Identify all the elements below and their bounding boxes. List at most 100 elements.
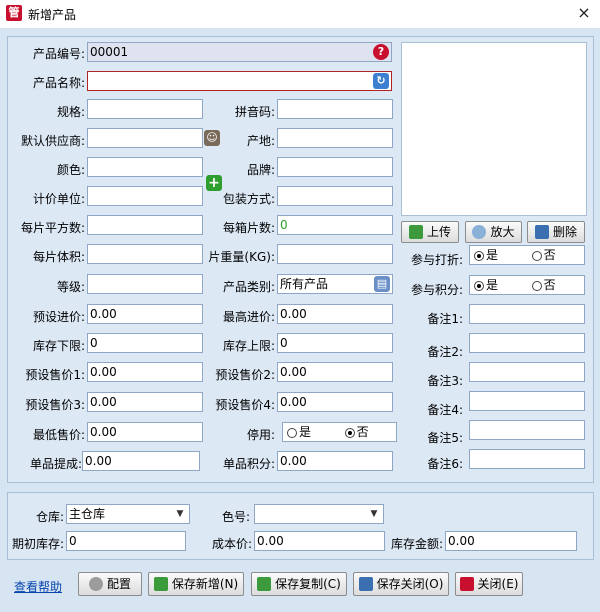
delete-icon (534, 225, 549, 239)
refresh-icon[interactable]: ↻ (373, 73, 389, 89)
sale-price-4-input[interactable]: 0.00 (277, 392, 393, 412)
stock-amount-label: 库存金额: (390, 537, 443, 551)
note-1-input[interactable] (469, 304, 585, 324)
disable-yes-label: 是 (299, 425, 312, 439)
magnifier-icon (472, 225, 487, 239)
save-new-icon (153, 577, 168, 591)
note-5-input[interactable] (469, 420, 585, 440)
note-1-label: 备注1: (427, 312, 463, 326)
min-sale-label: 最低售价: (32, 428, 85, 442)
pinyin-label: 拼音码: (234, 105, 275, 119)
stock-low-input[interactable]: 0 (87, 333, 203, 353)
sale-price-1-input[interactable]: 0.00 (87, 362, 203, 382)
pinyin-input[interactable] (277, 99, 393, 119)
points-no-label: 否 (543, 278, 556, 292)
pack-input[interactable] (277, 186, 393, 206)
note-3-input[interactable] (469, 362, 585, 382)
sale-price-2-input[interactable]: 0.00 (277, 362, 393, 382)
weight-input[interactable] (277, 244, 393, 264)
volume-input[interactable] (87, 244, 203, 264)
grade-label: 等级: (56, 280, 85, 294)
min-sale-input[interactable]: 0.00 (87, 422, 203, 442)
sale-price-3-input[interactable]: 0.00 (87, 392, 203, 412)
supplier-label: 默认供应商: (20, 134, 85, 148)
book-icon[interactable]: ▤ (374, 276, 390, 292)
pcs-per-box-input[interactable]: 0 (277, 215, 393, 235)
window-close-button[interactable]: × (574, 3, 594, 23)
buy-price-input[interactable]: 0.00 (87, 304, 203, 324)
cost-input[interactable]: 0.00 (254, 531, 385, 551)
sqm-input[interactable] (87, 215, 203, 235)
pcs-per-box-label: 每箱片数: (222, 221, 275, 235)
cost-label: 成本价: (211, 537, 252, 551)
warehouse-select[interactable]: 主仓库 ▼ (66, 504, 190, 524)
note-5-label: 备注5: (427, 431, 463, 445)
sale-price-4-label: 预设售价4: (215, 398, 275, 412)
note-6-input[interactable] (469, 449, 585, 469)
warehouse-label: 仓库: (35, 510, 64, 524)
category-label: 产品类别: (222, 280, 275, 294)
points-no-radio[interactable] (531, 281, 542, 291)
disable-no-label: 否 (356, 425, 369, 439)
warehouse-value: 主仓库 (69, 507, 106, 521)
window-title: 新增产品 (28, 8, 77, 22)
stock-amount-input[interactable]: 0.00 (445, 531, 577, 551)
points-input[interactable]: 0.00 (277, 451, 393, 471)
upload-button[interactable]: 上传 (401, 221, 459, 243)
title-bar: 管 新增产品 × (0, 0, 600, 28)
unit-input[interactable] (87, 186, 203, 206)
init-stock-input[interactable]: 0 (66, 531, 186, 551)
save-close-button[interactable]: 保存关闭(O) (353, 572, 449, 596)
discount-radio-group: 是 否 (469, 245, 585, 265)
color-no-select[interactable]: ▼ (254, 504, 384, 524)
chevron-down-icon: ▼ (370, 509, 378, 519)
delete-image-button[interactable]: 删除 (527, 221, 585, 243)
disable-label: 停用: (246, 428, 275, 442)
config-button[interactable]: 配置 (78, 572, 142, 596)
color-input[interactable] (87, 157, 203, 177)
app-logo-icon: 管 (6, 5, 22, 21)
discount-yes-radio[interactable] (474, 251, 484, 261)
unit-label: 计价单位: (32, 192, 85, 206)
sale-price-3-label: 预设售价3: (25, 398, 85, 412)
product-code-input[interactable]: 00001 (87, 42, 392, 62)
max-price-input[interactable]: 0.00 (277, 304, 393, 324)
add-icon[interactable]: + (206, 175, 222, 191)
zoom-button[interactable]: 放大 (465, 221, 522, 243)
stock-low-label: 库存下限: (32, 339, 85, 353)
code-label: 产品编号: (32, 47, 85, 61)
help-icon[interactable]: ? (373, 44, 389, 60)
color-no-label: 色号: (221, 510, 250, 524)
close-button[interactable]: 关闭(E) (455, 572, 523, 596)
discount-no-radio[interactable] (531, 251, 542, 261)
commission-input[interactable]: 0.00 (82, 451, 200, 471)
product-name-input[interactable] (87, 71, 392, 91)
weight-label: 片重量(KG): (208, 250, 275, 264)
stock-high-input[interactable]: 0 (277, 333, 393, 353)
points-yes-radio[interactable] (474, 281, 484, 291)
save-new-button[interactable]: 保存新增(N) (148, 572, 244, 596)
points-join-label: 参与积分: (410, 283, 463, 297)
help-link[interactable]: 查看帮助 (14, 578, 62, 595)
disable-radio-group: 是 否 (282, 422, 397, 442)
supplier-input[interactable] (87, 128, 203, 148)
product-image-box[interactable] (401, 42, 587, 216)
spec-label: 规格: (56, 105, 85, 119)
volume-label: 每片体积: (32, 250, 85, 264)
pack-label: 包装方式: (222, 192, 275, 206)
disable-yes-radio[interactable] (287, 428, 297, 438)
grade-input[interactable] (87, 274, 203, 294)
note-4-label: 备注4: (427, 403, 463, 417)
brand-input[interactable] (277, 157, 393, 177)
spec-input[interactable] (87, 99, 203, 119)
note-4-input[interactable] (469, 391, 585, 411)
gear-icon (88, 577, 103, 591)
disable-no-radio[interactable] (344, 428, 355, 438)
save-copy-button[interactable]: 保存复制(C) (251, 572, 347, 596)
init-stock-label: 期初库存: (11, 537, 64, 551)
discount-label: 参与打折: (410, 253, 463, 267)
sale-price-2-label: 预设售价2: (215, 368, 275, 382)
origin-input[interactable] (277, 128, 393, 148)
save-icon (358, 577, 373, 591)
note-2-input[interactable] (469, 333, 585, 353)
